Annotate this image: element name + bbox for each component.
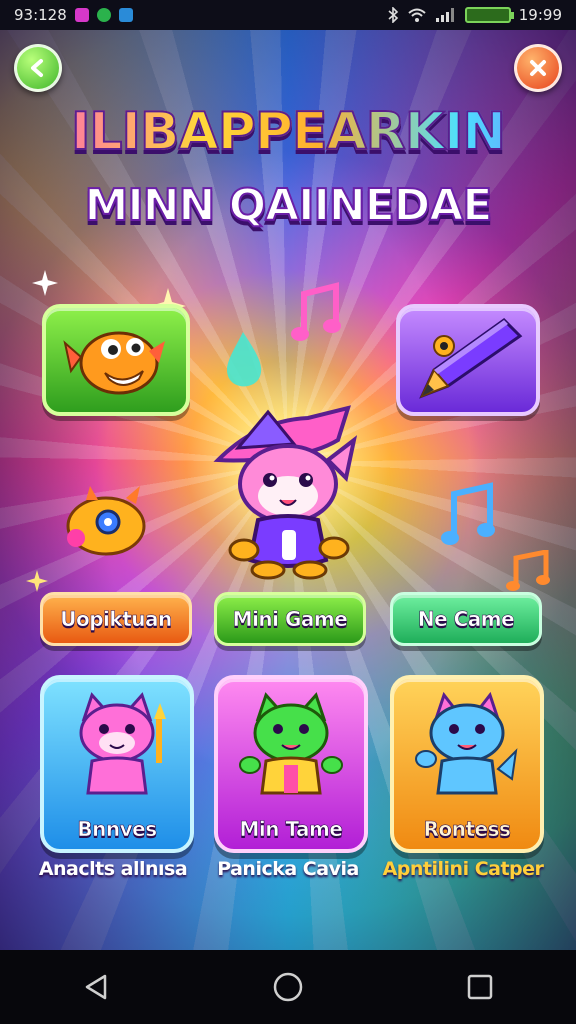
fish-game-tile[interactable] — [42, 304, 190, 416]
mode-button-label: Uopiktuan — [60, 607, 172, 632]
back-arrow-icon — [31, 59, 43, 77]
status-right: 19:99 — [387, 6, 562, 24]
mode-button-label: Mini Game — [232, 607, 348, 632]
square-recents-icon — [467, 974, 493, 1000]
robot-fish-gadget — [66, 486, 146, 556]
card-caption-2: Panicka Cavia — [217, 858, 359, 880]
card-caption-3: Apntilini Catper — [382, 858, 544, 880]
pink-cat-icon — [79, 692, 166, 795]
drawing-game-tile[interactable] — [396, 304, 540, 416]
bluetooth-icon — [388, 7, 398, 23]
sparkle-icon — [32, 270, 58, 296]
nav-home-button[interactable] — [258, 962, 318, 1012]
triangle-back-icon — [85, 974, 107, 1000]
wifi-icon — [408, 8, 426, 22]
blue-dragon-icon — [415, 691, 518, 795]
circle-home-icon — [273, 972, 303, 1002]
navigation-bar — [0, 950, 576, 1024]
character-card-1[interactable]: Bnnves — [40, 675, 194, 853]
card-caption-1: Anaclts allnısa — [38, 858, 188, 880]
paint-drop-icon — [227, 332, 262, 387]
card-label: Min Tame — [239, 817, 343, 842]
status-time-left: 93:128 — [14, 6, 67, 24]
green-cat-icon — [239, 692, 343, 795]
status-bar: 93:128 19:99 — [0, 0, 576, 30]
nav-back-button[interactable] — [66, 962, 126, 1012]
signal-icon — [435, 8, 454, 22]
mode-button-2[interactable]: Mini Game — [214, 592, 366, 646]
sparkle-icon — [26, 570, 48, 592]
battery-icon — [464, 7, 514, 23]
app-icon-green — [96, 8, 111, 22]
crayon-pen-icon — [419, 318, 523, 399]
mode-button-label: Ne Came — [417, 607, 515, 632]
mode-button-1[interactable]: Uopiktuan — [40, 592, 192, 646]
app-icon-blue — [118, 8, 133, 22]
app-icon-pink — [74, 8, 89, 22]
character-card-3[interactable]: Rontess — [390, 675, 544, 853]
close-button[interactable] — [514, 44, 562, 92]
back-button[interactable] — [14, 44, 62, 92]
status-time-right: 19:99 — [518, 6, 562, 24]
character-card-2[interactable]: Min Tame — [214, 675, 368, 853]
mode-button-3[interactable]: Ne Came — [390, 592, 542, 646]
music-note-icon — [291, 282, 341, 341]
music-note-icon — [506, 550, 550, 591]
game-title: ILIBAPPEARKIN — [0, 101, 576, 163]
status-left: 93:128 — [14, 6, 133, 24]
nav-recents-button[interactable] — [450, 962, 510, 1012]
game-subtitle: MINN QAIINEDAE — [84, 179, 494, 232]
close-x-icon — [530, 60, 546, 76]
card-label: Bnnves — [77, 817, 157, 842]
game-screen: ILIBAPPEARKIN MINN QAIINEDAE Uopiktuan M… — [0, 30, 576, 950]
music-note-icon — [441, 482, 495, 545]
wizard-cat-character — [213, 405, 358, 580]
fish-monster-icon — [63, 331, 165, 395]
card-label: Rontess — [423, 817, 511, 842]
